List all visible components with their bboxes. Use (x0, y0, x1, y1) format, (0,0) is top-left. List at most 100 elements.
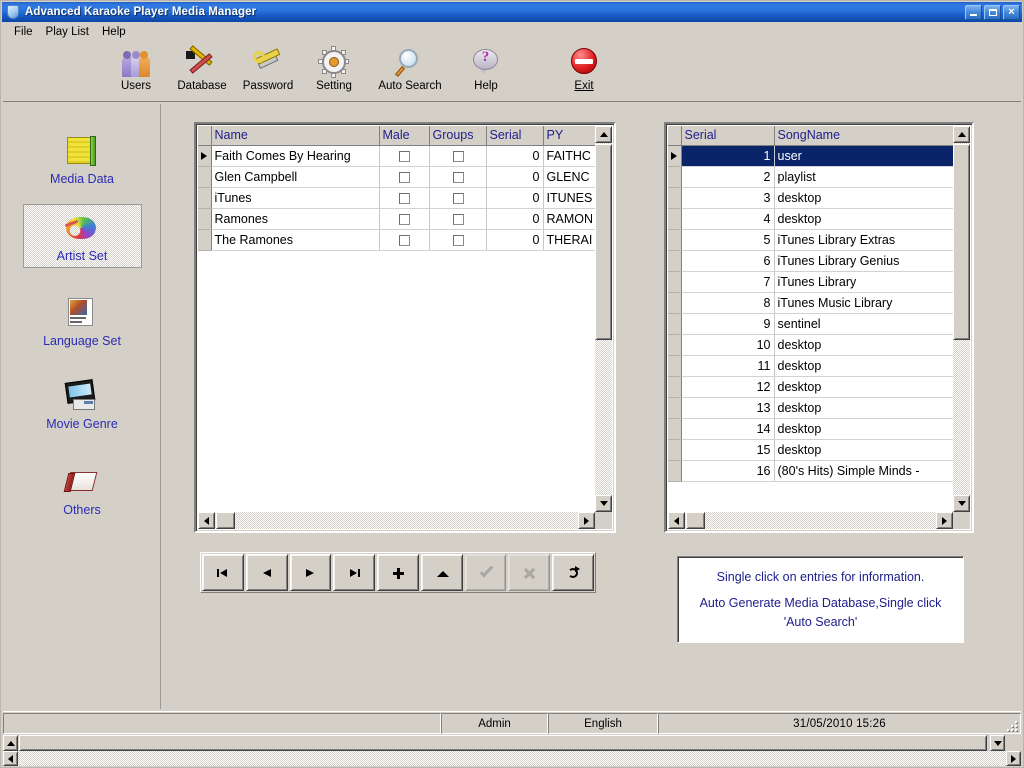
menu-item-help[interactable]: Help (96, 25, 133, 39)
scroll-thumb-vertical[interactable] (953, 144, 970, 340)
cell-groups[interactable] (429, 208, 487, 230)
sidebar-item-artist-set[interactable]: Artist Set (22, 204, 142, 268)
cell-groups[interactable] (429, 229, 487, 251)
minimize-button[interactable] (965, 4, 982, 20)
artist-column-header-name[interactable]: Name (211, 126, 380, 146)
window-scroll-left-button[interactable] (3, 751, 18, 766)
sidebar-item-others[interactable]: Others (23, 459, 142, 521)
nav-first-button[interactable] (202, 554, 244, 591)
song-column-header-songname[interactable]: SongName (774, 126, 956, 146)
table-row[interactable]: iTunes 0 ITUNES (198, 187, 598, 209)
toolbar-button-password[interactable]: Password (235, 41, 301, 99)
artist-grid-horizontal-scrollbar[interactable] (198, 512, 595, 529)
checkbox-groups[interactable] (452, 150, 464, 162)
table-row[interactable]: 7 iTunes Library (668, 271, 956, 293)
window-scroll-down-button[interactable] (990, 735, 1005, 751)
artist-column-header-male[interactable]: Male (379, 126, 430, 146)
scroll-right-button[interactable] (578, 512, 595, 529)
nav-insert-button[interactable] (377, 554, 419, 591)
cell-male[interactable] (379, 208, 430, 230)
cell-male[interactable] (379, 187, 430, 209)
sidebar-item-media-data[interactable]: Media Data (23, 128, 142, 190)
table-row[interactable]: 4 desktop (668, 208, 956, 230)
song-grid-horizontal-scrollbar[interactable] (668, 512, 953, 529)
checkbox-male[interactable] (399, 192, 410, 204)
table-row[interactable]: 5 iTunes Library Extras (668, 229, 956, 251)
table-row[interactable]: 3 desktop (668, 187, 956, 209)
nav-refresh-button[interactable] (552, 554, 595, 591)
sidebar-item-movie-genre[interactable]: Movie Genre (23, 373, 142, 435)
window-scroll-up-button[interactable] (3, 735, 18, 751)
scroll-thumb-horizontal[interactable] (216, 512, 235, 529)
song-grid[interactable]: Serial SongName 1 user 2 playlist 3 desk… (668, 126, 956, 482)
window-scroll-thumb[interactable] (19, 735, 987, 751)
scroll-left-button[interactable] (198, 512, 215, 529)
table-row[interactable]: The Ramones 0 THERAI (198, 229, 598, 251)
toolbar-button-database[interactable]: Database (169, 41, 235, 99)
table-row[interactable]: 14 desktop (668, 418, 956, 440)
table-row[interactable]: 13 desktop (668, 397, 956, 419)
artist-column-header-py[interactable]: PY (543, 126, 598, 146)
checkbox-male[interactable] (399, 234, 410, 246)
table-row[interactable]: 15 desktop (668, 439, 956, 461)
toolbar-button-setting[interactable]: Setting (301, 41, 367, 99)
table-row[interactable]: 6 iTunes Library Genius (668, 250, 956, 272)
artist-column-header-serial[interactable]: Serial (486, 126, 544, 146)
song-column-header-serial[interactable]: Serial (681, 126, 775, 146)
scroll-up-button[interactable] (953, 126, 970, 143)
row-indicator (198, 229, 212, 251)
cell-groups[interactable] (429, 145, 487, 167)
cell-groups[interactable] (429, 187, 487, 209)
cell-songname: sentinel (774, 313, 956, 335)
checkbox-male[interactable] (399, 171, 410, 183)
resize-grip-icon[interactable] (1004, 718, 1018, 732)
checkbox-groups[interactable] (452, 192, 464, 204)
menu-item-file[interactable]: File (8, 25, 40, 39)
table-row[interactable]: Glen Campbell 0 GLENC (198, 166, 598, 188)
cell-male[interactable] (379, 229, 430, 251)
table-row[interactable]: Ramones 0 RAMON (198, 208, 598, 230)
toolbar-button-auto-search[interactable]: Auto Search (367, 41, 453, 99)
scroll-left-button[interactable] (668, 512, 685, 529)
table-row[interactable]: 16 (80's Hits) Simple Minds - (668, 460, 956, 482)
table-row[interactable]: 2 playlist (668, 166, 956, 188)
artist-grid[interactable]: Name Male Groups Serial PY Faith Comes B… (198, 126, 598, 251)
scroll-down-button[interactable] (953, 495, 970, 512)
table-row[interactable]: 8 iTunes Music Library (668, 292, 956, 314)
scroll-thumb-vertical[interactable] (595, 144, 612, 340)
table-row[interactable]: 9 sentinel (668, 313, 956, 335)
table-row[interactable]: 10 desktop (668, 334, 956, 356)
checkbox-groups[interactable] (452, 171, 464, 183)
menu-item-playlist[interactable]: Play List (40, 25, 96, 39)
nav-last-button[interactable] (333, 554, 376, 591)
scroll-up-button[interactable] (595, 126, 612, 143)
cell-male[interactable] (379, 166, 430, 188)
toolbar-button-exit[interactable]: Exit (551, 41, 617, 99)
table-row[interactable]: Faith Comes By Hearing 0 FAITHC (198, 145, 598, 167)
checkbox-groups[interactable] (452, 234, 464, 246)
scroll-right-button[interactable] (936, 512, 953, 529)
table-row[interactable]: 12 desktop (668, 376, 956, 398)
artist-grid-vertical-scrollbar[interactable] (595, 126, 612, 512)
nav-next-button[interactable] (289, 554, 332, 591)
window-scroll-right-button[interactable] (1006, 751, 1021, 766)
song-grid-vertical-scrollbar[interactable] (953, 126, 970, 512)
scroll-thumb-horizontal[interactable] (686, 512, 705, 529)
table-row[interactable]: 11 desktop (668, 355, 956, 377)
checkbox-groups[interactable] (452, 213, 464, 225)
checkbox-male[interactable] (399, 213, 410, 225)
close-button[interactable]: × (1003, 4, 1020, 20)
sidebar-item-language-set[interactable]: Language Set (23, 290, 142, 352)
nav-prior-button[interactable] (245, 554, 288, 591)
cell-male[interactable] (379, 145, 430, 167)
toolbar-button-users[interactable]: Users (103, 41, 169, 99)
window-horizontal-scrollbar[interactable] (3, 751, 1021, 766)
maximize-button[interactable] (984, 4, 1001, 20)
table-row[interactable]: 1 user (668, 145, 956, 167)
nav-delete-button[interactable] (420, 554, 463, 591)
toolbar-button-help[interactable]: ? Help (453, 41, 519, 99)
scroll-down-button[interactable] (595, 495, 612, 512)
artist-column-header-groups[interactable]: Groups (429, 126, 487, 146)
checkbox-male[interactable] (399, 150, 410, 162)
cell-groups[interactable] (429, 166, 487, 188)
